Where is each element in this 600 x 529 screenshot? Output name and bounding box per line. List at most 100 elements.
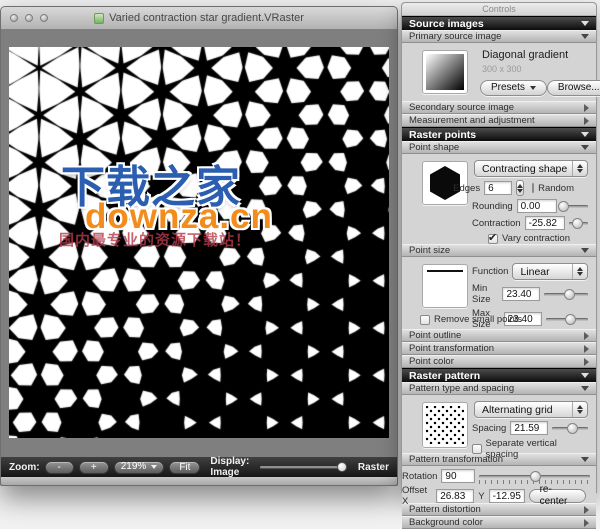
document-window: Varied contraction star gradient.VRaster… [0,6,398,486]
zoom-out-button[interactable]: - [44,460,74,474]
function-value: Linear [520,265,550,278]
function-label: Function [472,266,509,277]
min-size-slider[interactable] [544,288,588,300]
zoom-window-button[interactable] [40,14,48,22]
chevron-right-icon [584,505,589,514]
offset-x-label: Offset X [402,485,428,507]
subsection-background-color-label: Background color [409,517,483,528]
window-bottom-edge [1,477,397,485]
vary-contraction-checkbox[interactable] [488,231,499,244]
subsection-point-size[interactable]: Point size [402,244,596,257]
chevron-down-icon [581,34,589,39]
rounding-field[interactable] [516,199,557,213]
subsection-point-color[interactable]: Point color [402,355,596,368]
random-label: Random [538,182,574,194]
contraction-slider[interactable] [568,217,588,229]
minimize-button[interactable] [25,14,33,22]
zoom-in-button[interactable]: + [78,460,109,474]
browse-button[interactable]: Browse... [546,80,600,96]
rotation-slider[interactable] [479,470,590,484]
subsection-secondary-source[interactable]: Secondary source image [402,101,596,114]
subsection-point-outline[interactable]: Point outline [402,329,596,342]
alternating-grid-preview [426,406,464,444]
spacing-slider-thumb[interactable] [567,423,579,434]
section-source-images[interactable]: Source images [402,16,596,30]
min-size-slider-thumb[interactable] [564,289,576,300]
subsection-background-color[interactable]: Background color [402,516,596,529]
pattern-type-value: Alternating grid [482,403,553,416]
raster-preview[interactable]: 下载之家 downza.cn 国内最专业的资源下载站！ [9,47,389,438]
edges-field[interactable] [484,181,513,195]
function-select[interactable]: Linear [512,263,588,280]
updown-arrows-icon [572,161,587,176]
subsection-measurement[interactable]: Measurement and adjustment [402,114,596,127]
traffic-lights [10,14,48,22]
contraction-label: Contraction [472,217,521,229]
window-titlebar[interactable]: Varied contraction star gradient.VRaster [1,7,397,30]
edges-label: Edges [453,182,481,194]
fit-button[interactable]: Fit [169,460,201,474]
section-raster-pattern[interactable]: Raster pattern [402,368,596,382]
subsection-point-transformation-label: Point transformation [409,343,495,354]
spacing-field[interactable] [510,421,549,435]
rotation-slider-thumb[interactable] [529,471,541,482]
chevron-down-icon [581,457,589,462]
chevron-right-icon [584,344,589,353]
recenter-button[interactable]: re-center [528,484,586,507]
point-size-thumbnail [422,264,468,308]
chevron-down-icon [581,145,589,150]
point-shape-value: Contracting shape [482,162,568,175]
max-size-slider-thumb[interactable] [564,314,576,325]
subsection-point-shape[interactable]: Point shape [402,141,596,154]
raster-canvas[interactable] [9,47,389,438]
subsection-pattern-type-label: Pattern type and spacing [409,383,515,394]
min-size-label: Min Size [472,283,491,305]
separate-vertical-label: Separate vertical spacing [485,438,557,460]
chevron-right-icon [584,116,589,125]
zoom-level-dropdown[interactable]: 219% [113,460,165,474]
subsection-point-transformation[interactable]: Point transformation [402,342,596,355]
subsection-pattern-type[interactable]: Pattern type and spacing [402,382,596,395]
chevron-down-icon [581,386,589,391]
remove-small-points-checkbox[interactable] [420,314,430,325]
rotation-field[interactable] [441,469,476,483]
close-button[interactable] [10,14,18,22]
pattern-type-select[interactable]: Alternating grid [474,401,588,418]
pattern-transformation-content: Rotation Offset X Y re-center [402,469,596,507]
rounding-slider-thumb[interactable] [557,201,569,212]
subsection-point-size-label: Point size [409,245,451,256]
browse-button-label: Browse... [557,82,600,93]
section-raster-points[interactable]: Raster points [402,127,596,141]
subsection-primary-source[interactable]: Primary source image [402,30,596,43]
contraction-field[interactable] [524,216,565,230]
primary-source-content: Diagonal gradient 300 x 300 Presets Brow… [402,43,600,101]
chevron-right-icon [584,357,589,366]
min-size-field[interactable] [502,287,541,301]
presets-button[interactable]: Presets [480,80,547,96]
canvas-area: 下载之家 downza.cn 国内最专业的资源下载站！ [1,29,397,457]
display-image-label: Display: Image [210,456,250,478]
edges-stepper[interactable] [516,180,525,196]
spacing-slider[interactable] [552,422,588,434]
display-slider-track[interactable] [260,466,347,468]
rounding-slider[interactable] [557,200,588,212]
zoom-label: Zoom: [9,461,40,473]
chevron-down-icon [529,86,536,90]
offset-y-label: Y [478,490,485,502]
pattern-type-content: Alternating grid Spacing Separate vertic… [402,395,596,460]
point-size-content: Function Linear Min Size Max Size [402,257,596,330]
panel-title[interactable]: Controls [402,3,596,16]
section-source-images-label: Source images [409,17,484,30]
point-shape-select[interactable]: Contracting shape [474,160,588,177]
contraction-slider-thumb[interactable] [572,218,584,229]
display-slider-thumb[interactable] [336,462,347,472]
updown-arrows-icon [572,264,587,279]
display-slider[interactable] [260,461,347,473]
remove-small-points-label: Remove small points [434,314,523,325]
chevron-down-icon [581,373,589,378]
offset-y-field[interactable] [488,489,525,503]
separate-vertical-checkbox[interactable] [472,444,482,454]
max-size-slider[interactable] [545,313,588,325]
offset-x-field[interactable] [436,489,475,503]
random-checkbox[interactable] [532,183,535,193]
